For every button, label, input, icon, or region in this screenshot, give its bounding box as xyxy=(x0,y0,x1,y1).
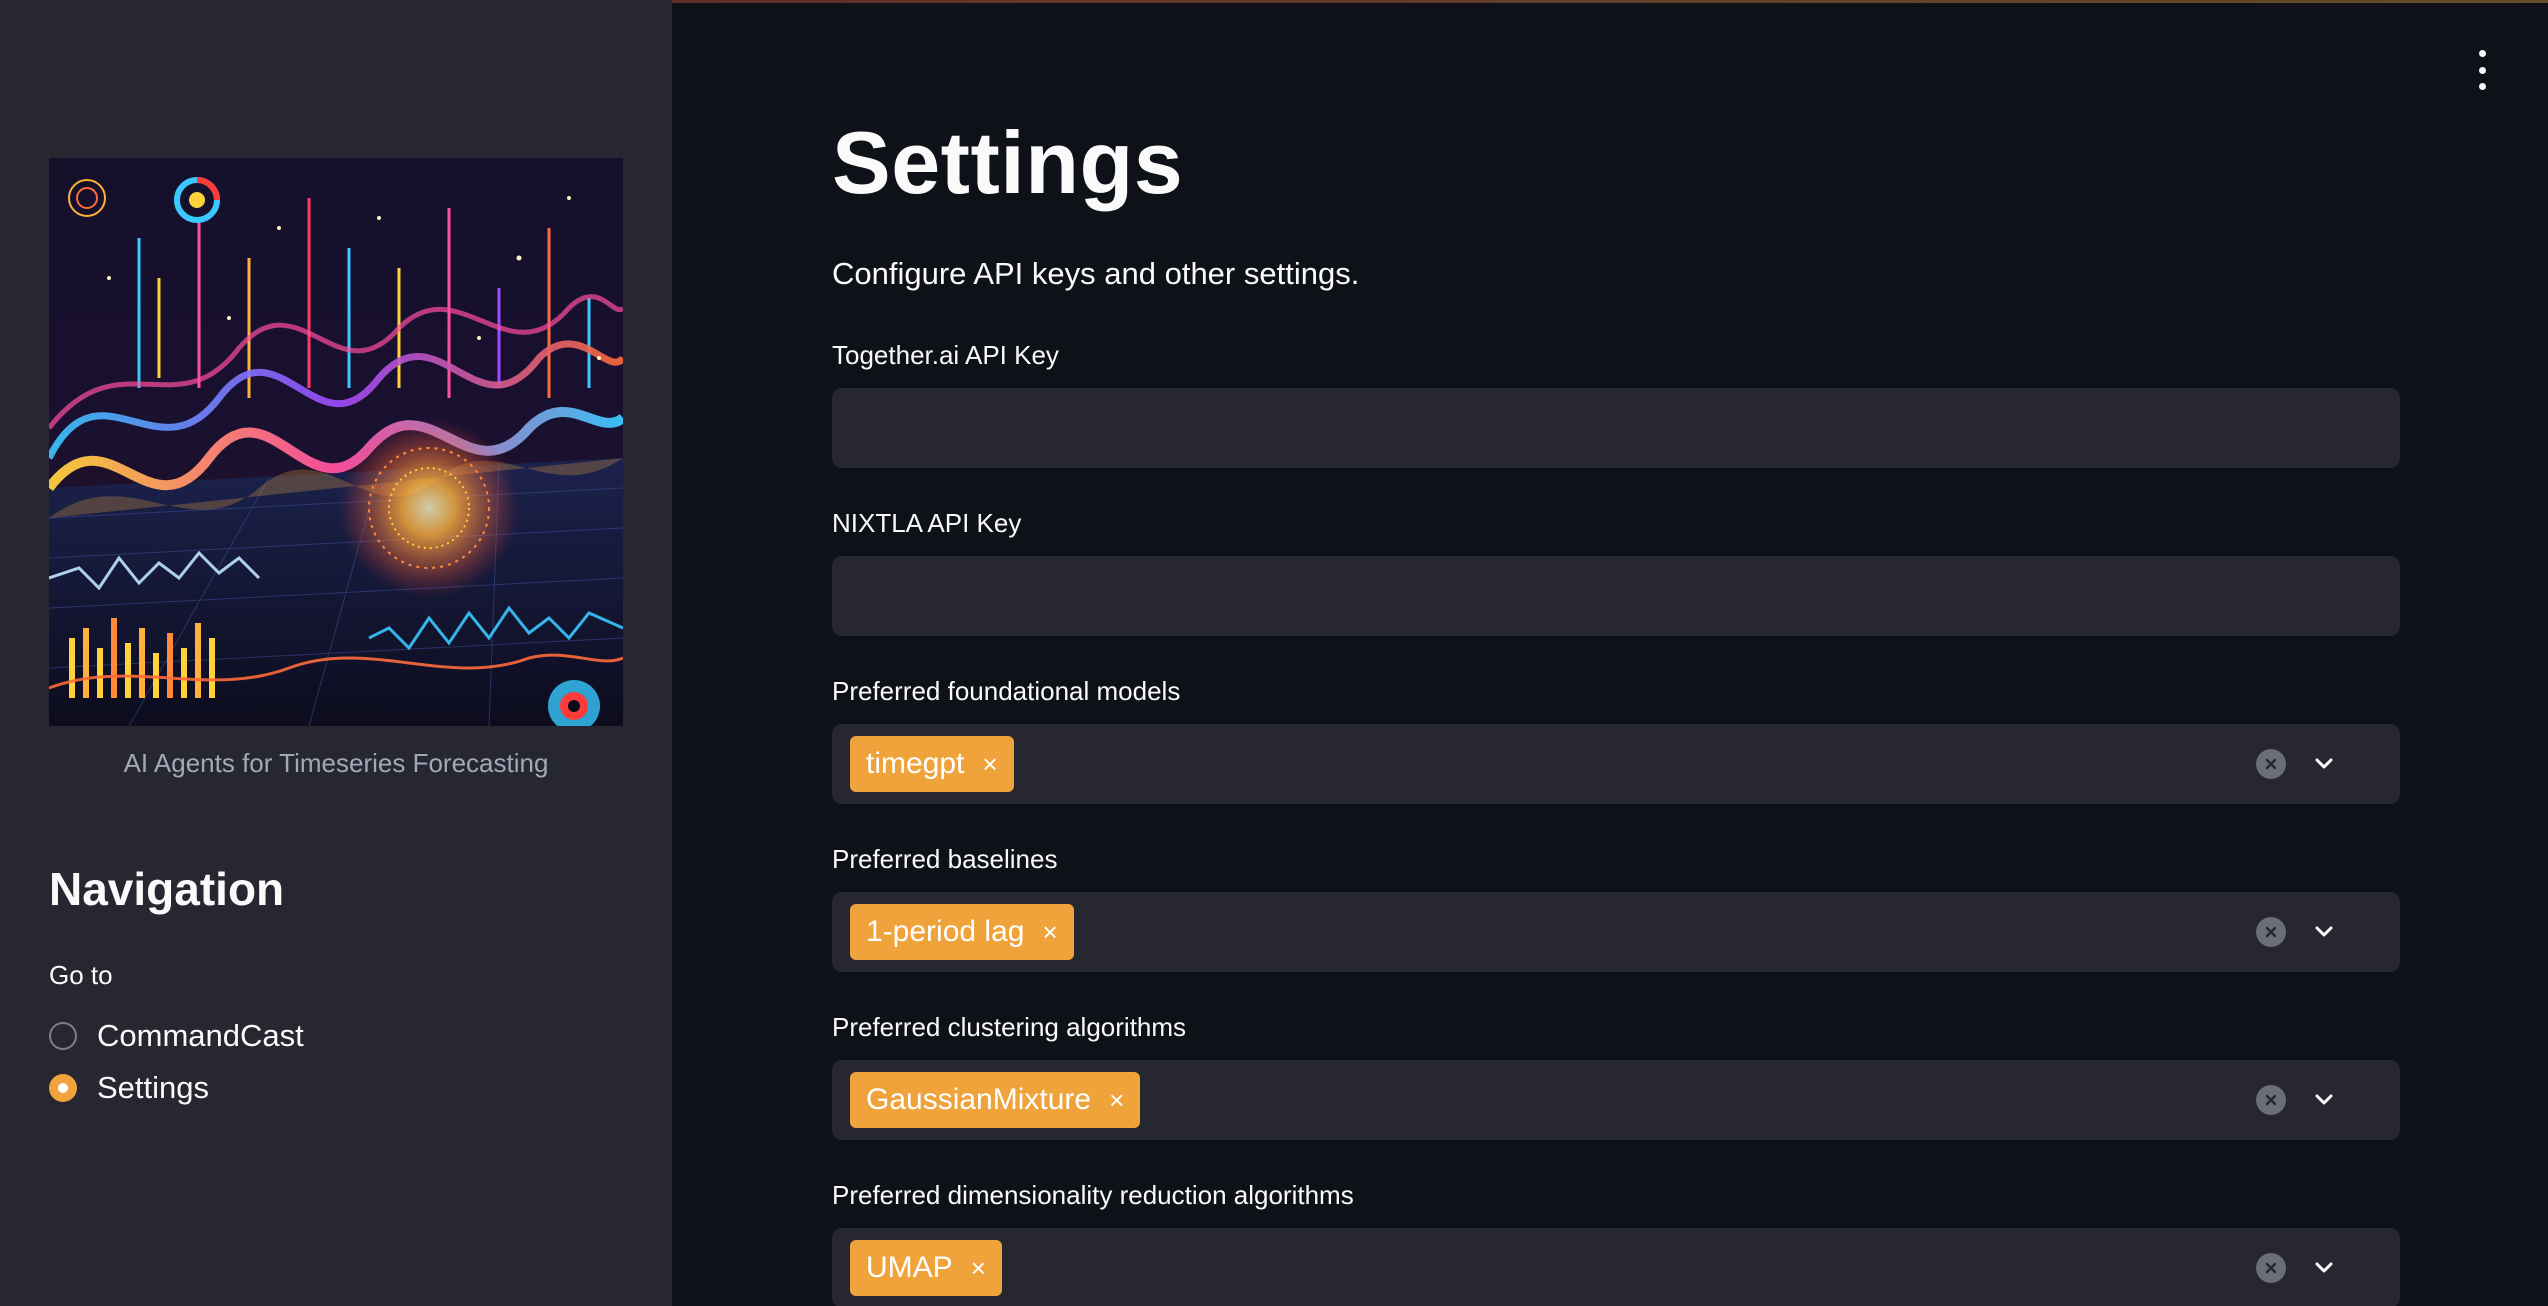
clustering-multiselect[interactable]: GaussianMixture × xyxy=(832,1060,2400,1140)
radio-option-label: CommandCast xyxy=(97,1018,304,1053)
selected-tag: timegpt × xyxy=(850,736,1014,792)
hero-illustration xyxy=(49,158,623,726)
page-title: Settings xyxy=(832,113,1184,212)
selected-tag: GaussianMixture × xyxy=(850,1072,1141,1128)
menu-dot xyxy=(2478,66,2486,74)
tag-remove-icon[interactable]: × xyxy=(1042,919,1057,945)
dimensionality-reduction-label: Preferred dimensionality reduction algor… xyxy=(832,1180,1354,1210)
foundational-models-label: Preferred foundational models xyxy=(832,676,1181,706)
foundational-models-multiselect[interactable]: timegpt × xyxy=(832,724,2400,804)
dimensionality-reduction-multiselect[interactable]: UMAP × xyxy=(832,1228,2400,1306)
nixtla-api-key-input[interactable] xyxy=(832,556,2400,636)
menu-dot xyxy=(2478,83,2486,90)
radio-option-label: Settings xyxy=(97,1070,210,1105)
clear-icon[interactable] xyxy=(2256,917,2286,947)
tag-label: 1-period lag xyxy=(866,915,1025,948)
baselines-multiselect[interactable]: 1-period lag × xyxy=(832,892,2400,972)
tag-remove-icon[interactable]: × xyxy=(971,1255,986,1281)
tag-label: GaussianMixture xyxy=(866,1083,1092,1116)
radio-option-commandcast[interactable]: CommandCast xyxy=(49,1018,304,1054)
radio-circle-checked[interactable] xyxy=(49,1074,77,1102)
more-vertical-icon[interactable] xyxy=(2472,50,2492,90)
nixtla-api-key-label: NIXTLA API Key xyxy=(832,508,1022,538)
together-api-key-label: Together.ai API Key xyxy=(832,340,1059,370)
selected-tag: UMAP × xyxy=(850,1240,1002,1296)
chevron-down-icon[interactable] xyxy=(2308,1084,2340,1116)
main-content: Settings Configure API keys and other se… xyxy=(672,0,2548,1306)
chevron-down-icon[interactable] xyxy=(2308,916,2340,948)
clear-icon[interactable] xyxy=(2256,749,2286,779)
clear-icon[interactable] xyxy=(2256,1253,2286,1283)
app-root: AI Agents for Timeseries Forecasting Nav… xyxy=(0,0,2548,1306)
baselines-label: Preferred baselines xyxy=(832,844,1058,874)
tag-remove-icon[interactable]: × xyxy=(1109,1087,1124,1113)
radio-option-settings[interactable]: Settings xyxy=(49,1070,209,1106)
together-api-key-input[interactable] xyxy=(832,388,2400,468)
tag-label: timegpt xyxy=(866,747,965,780)
tag-label: UMAP xyxy=(866,1251,953,1284)
image-caption: AI Agents for Timeseries Forecasting xyxy=(123,748,549,778)
tag-remove-icon[interactable]: × xyxy=(982,751,997,777)
radio-group-label: Go to xyxy=(49,960,113,990)
clear-icon[interactable] xyxy=(2256,1085,2286,1115)
navigation-title: Navigation xyxy=(49,863,285,915)
selected-tag: 1-period lag × xyxy=(850,904,1074,960)
page-subtitle: Configure API keys and other settings. xyxy=(832,256,1360,291)
sidebar: AI Agents for Timeseries Forecasting Nav… xyxy=(0,0,672,1306)
clustering-label: Preferred clustering algorithms xyxy=(832,1012,1187,1042)
radio-circle-unchecked[interactable] xyxy=(49,1022,77,1050)
hero-image xyxy=(49,158,623,726)
chevron-down-icon[interactable] xyxy=(2308,748,2340,780)
chevron-down-icon[interactable] xyxy=(2308,1252,2340,1284)
menu-dot xyxy=(2478,50,2486,57)
